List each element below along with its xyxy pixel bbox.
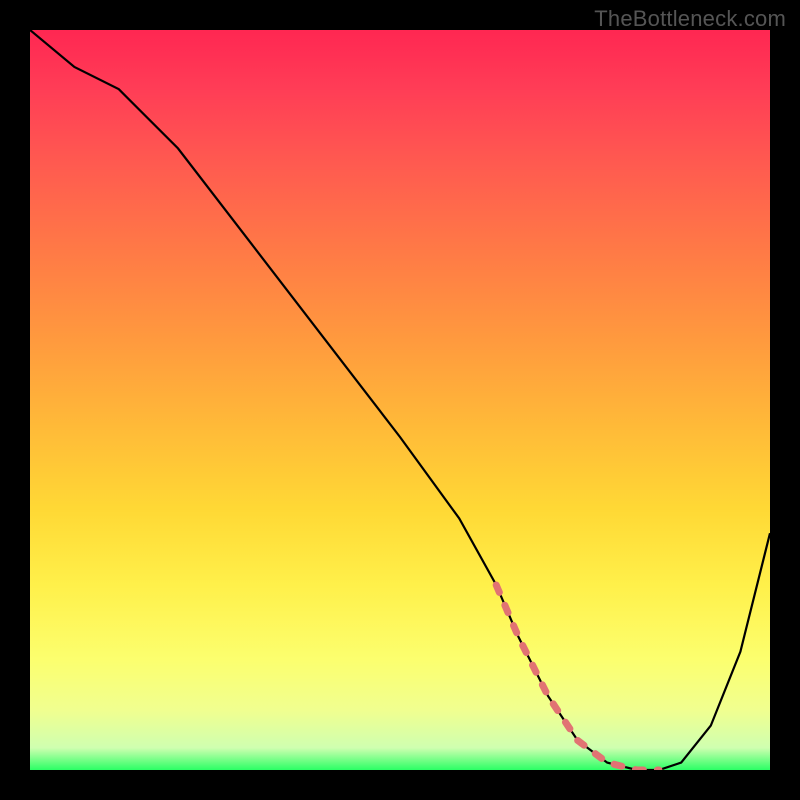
- watermark-text: TheBottleneck.com: [594, 6, 786, 32]
- plot-area: [30, 30, 770, 770]
- chart-frame: TheBottleneck.com: [0, 0, 800, 800]
- heat-gradient: [30, 30, 770, 770]
